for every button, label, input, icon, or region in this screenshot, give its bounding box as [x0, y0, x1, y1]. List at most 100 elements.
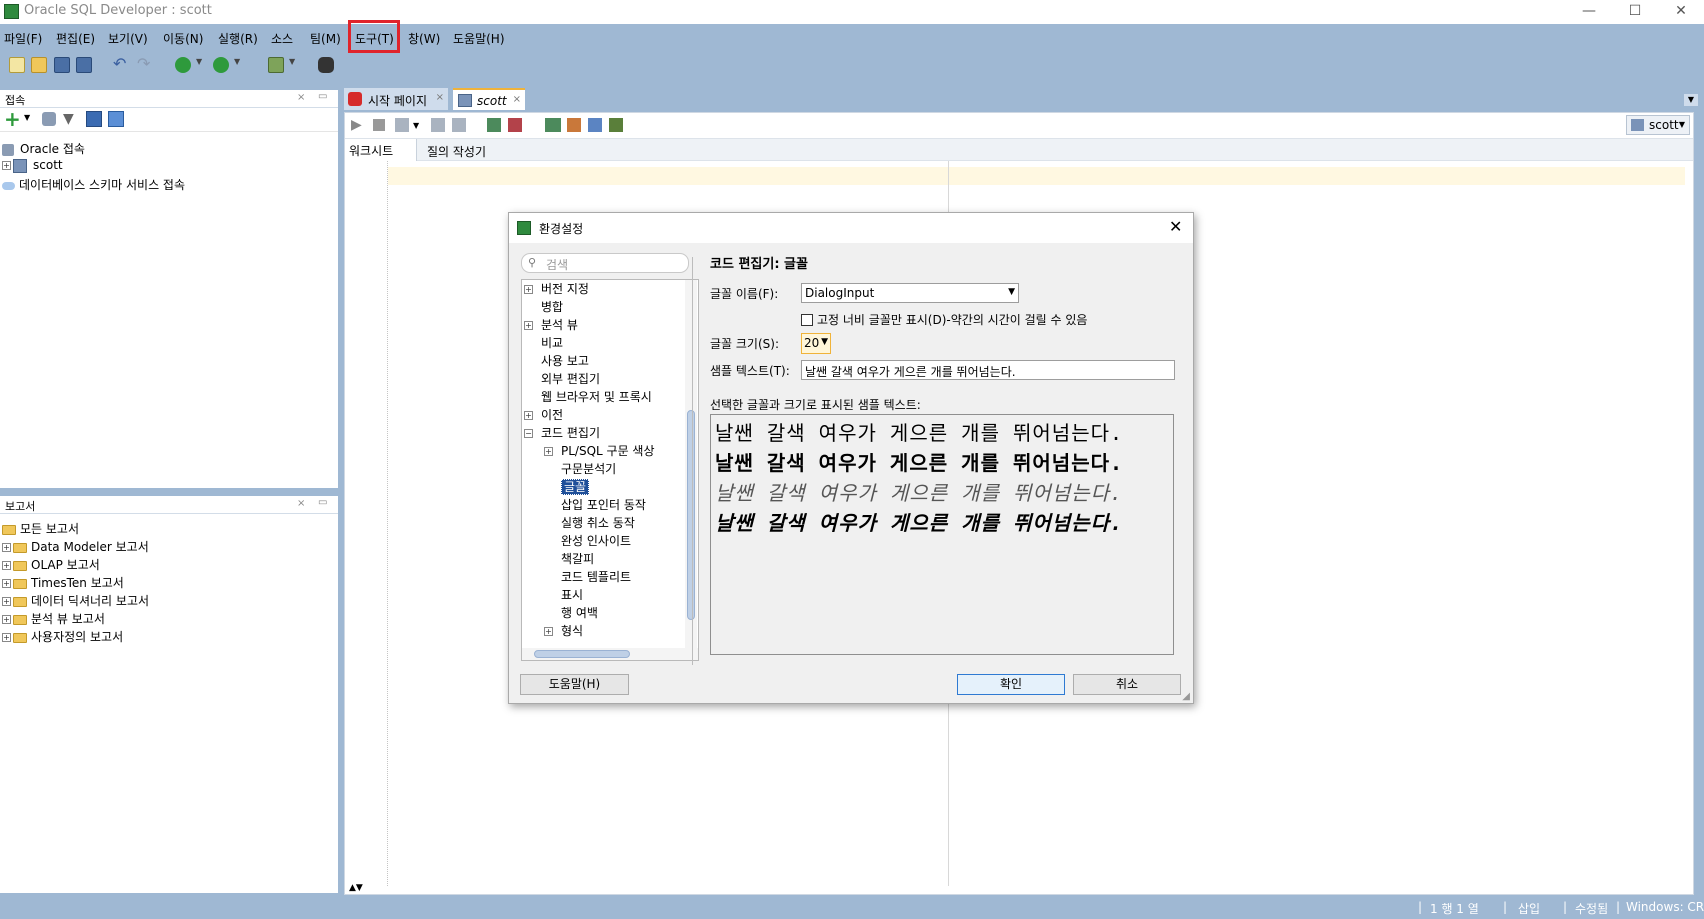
tree-user-defined-reports[interactable]: + 사용자정의 보고서	[2, 628, 123, 645]
expand-icon[interactable]: +	[544, 447, 553, 456]
connection-selector[interactable]: scott ▼	[1626, 115, 1690, 135]
undo-icon[interactable]: ↶	[113, 56, 129, 73]
horizontal-scroll-thumb[interactable]	[534, 650, 630, 658]
redo-icon[interactable]: ↷	[137, 56, 153, 73]
fixed-width-checkbox[interactable]	[801, 313, 813, 326]
font-size-select[interactable]: 20 ▼	[801, 333, 831, 354]
tree-analytic-view-reports[interactable]: + 분석 뷰 보고서	[2, 610, 105, 627]
tree-horizontal-scrollbar[interactable]	[522, 648, 698, 660]
pref-tree-item[interactable]: + 버전 지정	[524, 280, 589, 298]
menu-file[interactable]: 파일(F)	[4, 30, 42, 47]
tab-close-icon[interactable]: ×	[436, 92, 444, 103]
binoculars-icon[interactable]	[318, 57, 334, 73]
panel-minimize-icon[interactable]: ▭	[318, 91, 327, 102]
pref-tree-item[interactable]: 코드 템플리트	[544, 568, 631, 586]
tab-list-dropdown-icon[interactable]: ▼	[1684, 94, 1698, 106]
expand-icon[interactable]: +	[2, 543, 11, 552]
pref-tree-item[interactable]: 외부 편집기	[524, 370, 600, 388]
pref-tree-item[interactable]: + 이전	[524, 406, 563, 424]
panel-close-icon[interactable]: ×	[297, 92, 305, 103]
format-icon[interactable]	[609, 118, 623, 132]
collapse-icon[interactable]: −	[524, 429, 533, 438]
pref-tree-item[interactable]: + PL/SQL 구문 색상	[544, 442, 655, 460]
open-folder-icon[interactable]	[31, 57, 47, 73]
resize-grip-icon[interactable]: ◢	[1182, 691, 1190, 702]
expand-icon[interactable]: +	[2, 579, 11, 588]
expand-icon[interactable]: +	[544, 627, 553, 636]
sample-text-input[interactable]: 날쌘 갈색 여우가 게으른 개를 뛰어넘는다.	[801, 360, 1175, 380]
autotrace-icon[interactable]	[487, 118, 501, 132]
eraser-icon[interactable]	[567, 118, 581, 132]
pref-tree-item[interactable]: 삽입 포인터 동작	[544, 496, 646, 514]
menu-window[interactable]: 창(W)	[408, 30, 440, 47]
expand-icon[interactable]: +	[524, 411, 533, 420]
pref-tree-item[interactable]: 비교	[524, 334, 563, 352]
minimize-button[interactable]: —	[1566, 0, 1612, 24]
forward-icon[interactable]	[213, 57, 229, 73]
pref-tree-item[interactable]: 실행 취소 동작	[544, 514, 635, 532]
expand-icon[interactable]: +	[2, 161, 11, 170]
rollback-icon[interactable]	[431, 118, 445, 132]
close-window-button[interactable]: ✕	[1658, 0, 1704, 24]
back-dropdown-icon[interactable]: ▼	[196, 57, 212, 73]
expand-icon[interactable]: +	[2, 615, 11, 624]
fixed-width-option[interactable]: 고정 너비 글꼴만 표시(D)-약간의 시간이 걸릴 수 있음	[801, 311, 1087, 328]
refresh-icon[interactable]	[42, 112, 56, 126]
manage-connections-icon[interactable]	[108, 111, 124, 127]
panel-minimize-icon[interactable]: ▭	[318, 497, 327, 508]
save-icon[interactable]	[54, 57, 70, 73]
worksheet-dropdown-icon[interactable]: ▼	[289, 57, 305, 73]
tab-start-page[interactable]: 시작 페이지 ×	[344, 88, 448, 110]
pref-tree-item[interactable]: + 분석 뷰	[524, 316, 578, 334]
sql-history-icon[interactable]	[545, 118, 561, 132]
sql-worksheet-icon[interactable]	[268, 57, 284, 73]
expand-icon[interactable]: +	[524, 321, 533, 330]
expand-icon[interactable]: +	[524, 285, 533, 294]
search-field[interactable]: ⚲ 검색	[521, 253, 689, 273]
font-name-select[interactable]: DialogInput ▼	[801, 283, 1019, 303]
tree-timesten-reports[interactable]: + TimesTen 보고서	[2, 574, 124, 591]
sql-tuning-icon[interactable]	[588, 118, 602, 132]
menu-source[interactable]: 소스	[271, 30, 293, 47]
menu-view[interactable]: 보기(V)	[108, 30, 148, 47]
menu-navigate[interactable]: 이동(N)	[163, 30, 203, 47]
subtab-query-builder[interactable]: 질의 작성기	[421, 139, 492, 161]
menu-edit[interactable]: 편집(E)	[56, 30, 95, 47]
add-connection-icon[interactable]: +	[4, 108, 21, 130]
pref-tree-item[interactable]: + 형식	[544, 622, 583, 640]
panel-close-icon[interactable]: ×	[297, 498, 305, 509]
pref-tree-item[interactable]: 행 여백	[544, 604, 598, 622]
pref-tree-item[interactable]: 웹 브라우저 및 프록시	[524, 388, 652, 406]
expand-icon[interactable]: +	[2, 633, 11, 642]
subtab-worksheet[interactable]: 워크시트	[345, 139, 417, 161]
new-file-icon[interactable]	[9, 57, 25, 73]
pref-tree-item[interactable]: 글꼴	[544, 478, 590, 496]
cancel-button[interactable]: 취소	[1073, 674, 1181, 695]
tree-oracle-connections[interactable]: Oracle 접속	[2, 140, 85, 157]
split-toggle-icon[interactable]: ▲▼	[349, 883, 363, 893]
dialog-close-icon[interactable]: ✕	[1169, 217, 1182, 236]
maximize-button[interactable]: ☐	[1612, 0, 1658, 24]
tab-close-icon[interactable]: ×	[513, 94, 521, 105]
tree-cloud-connections[interactable]: 데이터베이스 스키마 서비스 접속	[2, 176, 185, 193]
vertical-scroll-thumb[interactable]	[687, 410, 695, 620]
pref-tree-item[interactable]: 표시	[544, 586, 583, 604]
pref-tree-item[interactable]: 사용 보고	[524, 352, 589, 370]
tree-vertical-scrollbar[interactable]	[685, 280, 697, 648]
tree-olap-reports[interactable]: + OLAP 보고서	[2, 556, 100, 573]
commit-dropdown-icon[interactable]: ▼	[413, 121, 419, 130]
splitter[interactable]	[692, 257, 693, 665]
tree-data-modeler-reports[interactable]: + Data Modeler 보고서	[2, 538, 149, 555]
explain-plan-icon[interactable]	[452, 118, 466, 132]
menu-team[interactable]: 팀(M)	[310, 30, 341, 47]
pref-tree-item[interactable]: 구문분석기	[544, 460, 616, 478]
tree-data-dictionary-reports[interactable]: + 데이터 딕셔너리 보고서	[2, 592, 149, 609]
tab-scott[interactable]: scott ×	[453, 88, 525, 110]
expand-icon[interactable]: +	[2, 597, 11, 606]
filter-icon[interactable]: ▼	[63, 112, 74, 126]
menu-run[interactable]: 실행(R)	[218, 30, 258, 47]
tree-all-reports[interactable]: 모든 보고서	[2, 520, 79, 537]
ok-button[interactable]: 확인	[957, 674, 1065, 695]
pref-tree-item[interactable]: 책갈피	[544, 550, 594, 568]
save-all-icon[interactable]	[76, 57, 92, 73]
